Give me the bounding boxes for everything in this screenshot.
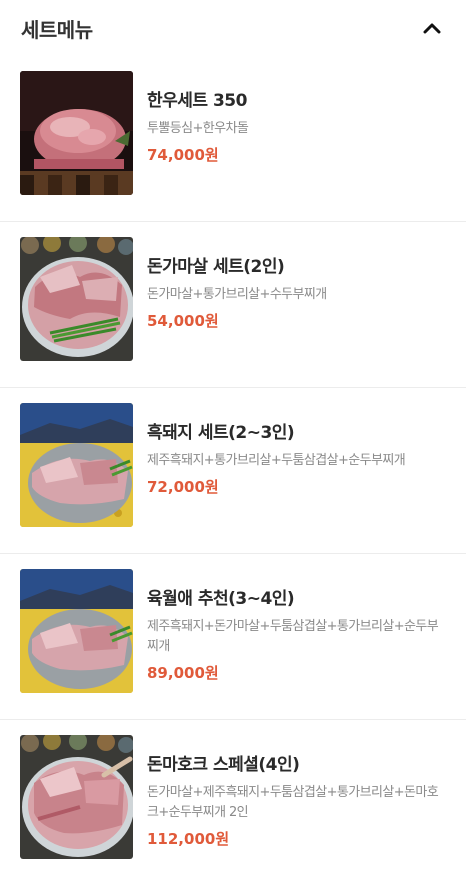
chevron-up-icon	[423, 23, 441, 34]
menu-item-description: 돈가마살+제주흑돼지+두툼삼겹살+통가브리살+돈마호크+순두부찌개 2인	[147, 785, 439, 820]
menu-item-description: 돈가마살+통가브리살+수두부찌개	[147, 287, 327, 302]
menu-item[interactable]: 한우세트 350 투뿔등심+한우차돌 74,000원	[0, 56, 466, 222]
menu-item-info: 돈가마살 세트(2인) 돈가마살+통가브리살+수두부찌개 54,000원	[147, 236, 446, 331]
set-menu-list: 한우세트 350 투뿔등심+한우차돌 74,000원 돈가마살 세트(2인) 돈…	[0, 56, 466, 869]
menu-item-description: 제주흑돼지+돈가마살+두툼삼겹살+통가브리살+순두부찌개	[147, 619, 439, 654]
menu-item-description: 투뿔등심+한우차돌	[147, 121, 249, 136]
section-title: 세트메뉴	[21, 17, 93, 42]
menu-item-name: 흑돼지 세트(2~3인)	[147, 423, 295, 443]
menu-item-info: 흑돼지 세트(2~3인) 제주흑돼지+통가브리살+두툼삼겹살+순두부찌개 72,…	[147, 402, 446, 497]
menu-item[interactable]: 흑돼지 세트(2~3인) 제주흑돼지+통가브리살+두툼삼겹살+순두부찌개 72,…	[0, 388, 466, 554]
menu-item-price: 112,000원	[147, 830, 230, 848]
section-header[interactable]: 세트메뉴	[0, 0, 466, 56]
menu-item-name: 육월애 추천(3~4인)	[147, 589, 295, 609]
menu-item-name: 돈가마살 세트(2인)	[147, 257, 285, 277]
menu-item[interactable]: 돈가마살 세트(2인) 돈가마살+통가브리살+수두부찌개 54,000원	[0, 222, 466, 388]
menu-item-name: 한우세트 350	[147, 91, 247, 111]
menu-item-info: 한우세트 350 투뿔등심+한우차돌 74,000원	[147, 70, 446, 165]
menu-item-image	[20, 403, 133, 527]
menu-item-price: 74,000원	[147, 146, 219, 164]
menu-item-image	[20, 735, 133, 859]
menu-item-description: 제주흑돼지+통가브리살+두툼삼겹살+순두부찌개	[147, 453, 406, 468]
menu-item[interactable]: 육월애 추천(3~4인) 제주흑돼지+돈가마살+두툼삼겹살+통가브리살+순두부찌…	[0, 554, 466, 720]
menu-item[interactable]: 돈마호크 스페셜(4인) 돈가마살+제주흑돼지+두툼삼겹살+통가브리살+돈마호크…	[0, 720, 466, 869]
menu-item-image	[20, 237, 133, 361]
menu-item-price: 89,000원	[147, 664, 219, 682]
menu-item-info: 돈마호크 스페셜(4인) 돈가마살+제주흑돼지+두툼삼겹살+통가브리살+돈마호크…	[147, 734, 446, 849]
menu-item-image	[20, 569, 133, 693]
collapse-button[interactable]	[418, 14, 446, 42]
menu-item-image	[20, 71, 133, 195]
menu-item-name: 돈마호크 스페셜(4인)	[147, 755, 300, 775]
menu-item-price: 54,000원	[147, 312, 219, 330]
menu-item-info: 육월애 추천(3~4인) 제주흑돼지+돈가마살+두툼삼겹살+통가브리살+순두부찌…	[147, 568, 446, 683]
menu-item-price: 72,000원	[147, 478, 219, 496]
